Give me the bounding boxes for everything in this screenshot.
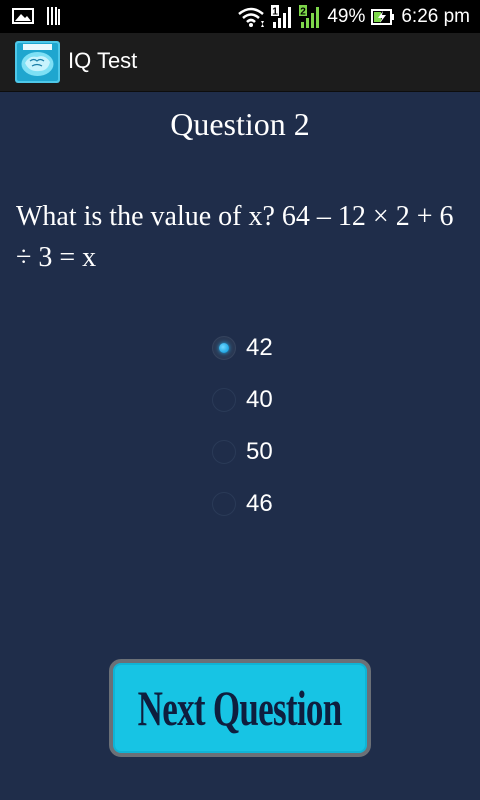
answer-option[interactable]: 50 <box>212 426 412 478</box>
sd-card-icon <box>47 7 60 25</box>
radio-button[interactable] <box>212 388 236 412</box>
picture-icon <box>12 8 34 24</box>
action-bar: IQ Test <box>0 33 480 92</box>
option-label[interactable]: 46 <box>246 490 273 518</box>
answer-options: 42 40 50 46 <box>212 322 412 530</box>
app-title: IQ Test <box>68 48 138 73</box>
wifi-icon <box>238 7 265 27</box>
screen: 1 2 49% 6:26 pm IQ Test Question 2 What … <box>0 0 480 800</box>
clock: 6:26 pm <box>401 5 470 27</box>
option-label[interactable]: 42 <box>246 334 273 362</box>
question-text: What is the value of x? 64 – 12 × 2 + 6 … <box>16 201 454 273</box>
sim1-label: 1 <box>273 6 279 17</box>
status-notifications <box>12 6 60 26</box>
answer-option[interactable]: 42 <box>212 322 412 374</box>
option-label[interactable]: 40 <box>246 386 273 414</box>
radio-button[interactable] <box>212 336 236 360</box>
iq-test-brain-icon[interactable] <box>15 41 60 83</box>
answer-option[interactable]: 40 <box>212 374 412 426</box>
sim2-label: 2 <box>301 6 307 17</box>
question-heading: Question 2 <box>170 106 310 142</box>
next-question-button[interactable]: Next Question <box>109 659 371 757</box>
battery-percent: 49% <box>327 5 366 27</box>
option-label[interactable]: 50 <box>246 438 273 466</box>
next-question-label: Next Question <box>138 680 343 736</box>
radio-button[interactable] <box>212 440 236 464</box>
status-system: 1 2 49% 6:26 pm <box>237 0 470 33</box>
answer-option[interactable]: 46 <box>212 478 412 530</box>
sim2-signal-icon: 2 <box>299 4 320 28</box>
sim1-signal-icon: 1 <box>271 4 292 28</box>
radio-button[interactable] <box>212 492 236 516</box>
status-bar: 1 2 49% 6:26 pm <box>0 0 480 33</box>
battery-charging-icon <box>371 8 395 25</box>
